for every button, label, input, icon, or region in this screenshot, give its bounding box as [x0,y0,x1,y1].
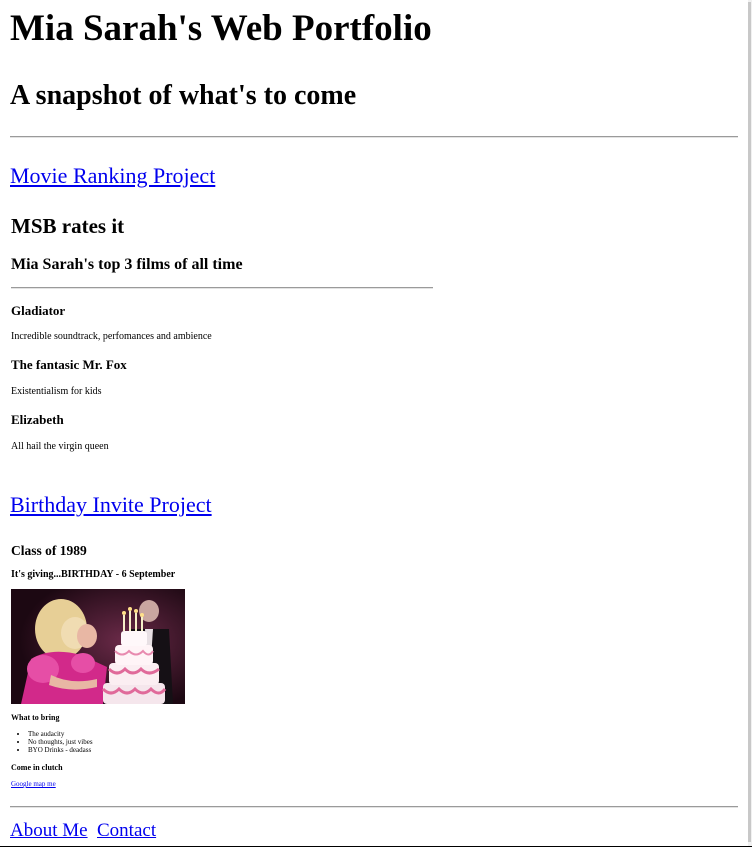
movie-ranking-project-link[interactable]: Movie Ranking Project [10,163,215,189]
movie-divider [11,287,433,289]
movie-section-subheading: Mia Sarah's top 3 films of all time [11,256,243,273]
birthday-subheading: It's giving...BIRTHDAY - 6 September [11,569,176,580]
birthday-cake-photo [11,589,185,704]
list-item: The audacity [28,730,93,738]
bring-list: The audacity No thoughts, just vibes BYO… [20,730,93,754]
scrollbar-thumb[interactable] [748,2,751,842]
what-to-bring-heading: What to bring [11,713,60,722]
movie-section-heading: MSB rates it [11,214,125,238]
come-in-clutch-heading: Come in clutch [11,763,63,772]
film-description: Existentialism for kids [11,386,102,397]
header-divider [10,136,738,138]
contact-link[interactable]: Contact [97,820,156,842]
birthday-heading: Class of 1989 [11,543,87,558]
google-map-link[interactable]: Google map me [11,780,56,788]
page-subtitle: A snapshot of what's to come [10,80,357,111]
vertical-scrollbar[interactable] [748,0,752,847]
film-title: Elizabeth [11,412,64,427]
list-item: No thoughts, just vibes [28,738,93,746]
film-title: The fantasic Mr. Fox [11,357,127,372]
film-title: Gladiator [11,303,66,318]
birthday-invite-project-link[interactable]: Birthday Invite Project [10,492,212,518]
page-title: Mia Sarah's Web Portfolio [10,8,432,49]
film-description: All hail the virgin queen [11,441,109,452]
footer-divider [10,806,738,808]
about-me-link[interactable]: About Me [10,820,88,842]
list-item: BYO Drinks - deadass [28,746,93,754]
film-description: Incredible soundtrack, perfomances and a… [11,331,212,342]
